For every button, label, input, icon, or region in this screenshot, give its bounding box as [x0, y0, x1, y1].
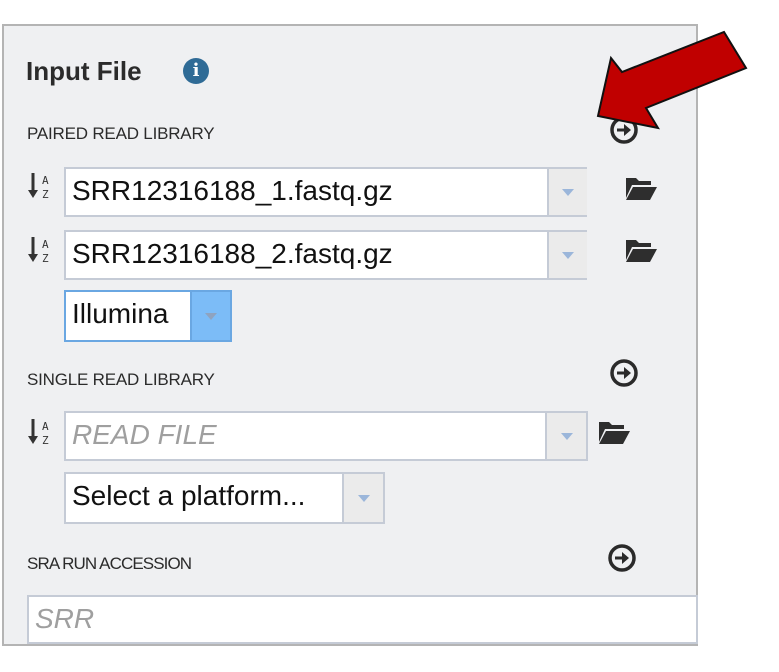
read1-dropdown-button[interactable]	[547, 169, 587, 215]
paired-read-library-label: PAIRED READ LIBRARY	[27, 124, 215, 143]
svg-text:A: A	[42, 238, 49, 251]
chevron-down-icon	[562, 252, 574, 259]
folder-open-icon[interactable]	[624, 236, 658, 264]
folder-open-icon[interactable]	[624, 174, 658, 202]
single-read-dropdown-button[interactable]	[545, 413, 586, 459]
single-read-file-input[interactable]: READ FILE	[64, 411, 588, 461]
chevron-down-icon	[560, 433, 573, 440]
single-platform-dropdown-button[interactable]	[342, 474, 383, 522]
read2-dropdown-button[interactable]	[547, 232, 587, 278]
panel-title: Input File	[26, 56, 142, 86]
svg-text:Z: Z	[42, 252, 49, 265]
add-sra-accession-icon[interactable]	[607, 543, 637, 573]
svg-text:A: A	[42, 420, 49, 433]
sra-accession-placeholder: SRR	[35, 603, 95, 634]
read1-file-value: SRR12316188_1.fastq.gz	[72, 175, 393, 206]
chevron-down-icon	[357, 495, 370, 502]
info-icon[interactable]: i	[183, 58, 209, 84]
read2-file-input[interactable]: SRR12316188_2.fastq.gz	[64, 230, 587, 280]
single-platform-select[interactable]: Select a platform...	[64, 472, 385, 524]
svg-text:Z: Z	[42, 434, 49, 447]
sra-run-accession-label: SRA RUN ACCESSION	[27, 554, 192, 573]
sort-alpha-icon[interactable]: A Z	[26, 234, 56, 266]
paired-platform-dropdown-button[interactable]	[190, 292, 230, 340]
chevron-down-icon	[205, 313, 217, 320]
single-read-library-label: SINGLE READ LIBRARY	[27, 370, 215, 389]
sra-accession-input[interactable]: SRR	[27, 595, 698, 644]
red-pointer-arrow-icon	[596, 30, 748, 130]
paired-platform-value: Illumina	[72, 298, 169, 329]
add-single-library-icon[interactable]	[609, 358, 639, 388]
sort-alpha-icon[interactable]: A Z	[26, 170, 56, 202]
read1-file-input[interactable]: SRR12316188_1.fastq.gz	[64, 167, 587, 217]
chevron-down-icon	[562, 189, 574, 196]
sort-alpha-icon[interactable]: A Z	[26, 416, 56, 448]
svg-text:Z: Z	[42, 188, 49, 201]
single-platform-placeholder: Select a platform...	[72, 480, 306, 511]
svg-text:A: A	[42, 174, 49, 187]
read2-file-value: SRR12316188_2.fastq.gz	[72, 238, 393, 269]
single-read-file-placeholder: READ FILE	[72, 419, 217, 450]
folder-open-icon[interactable]	[597, 418, 631, 446]
